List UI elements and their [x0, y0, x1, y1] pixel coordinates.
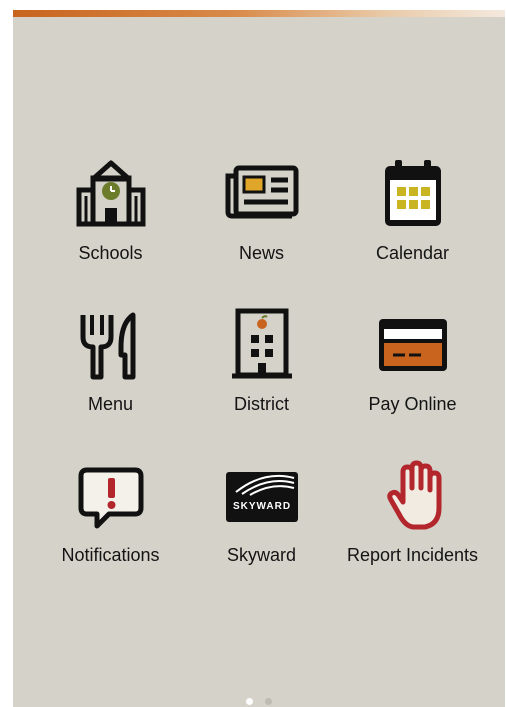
tile-schools[interactable]: Schools [35, 152, 186, 303]
school-building-icon [71, 156, 151, 232]
tile-label: Skyward [226, 545, 297, 565]
raised-hand-icon [373, 458, 453, 534]
tile-menu[interactable]: Menu [35, 303, 186, 454]
top-accent-bar [13, 10, 505, 17]
skyward-logo-icon: SKYWARD [222, 458, 302, 534]
page-indicator [13, 698, 505, 705]
tile-pay-online[interactable]: Pay Online [337, 303, 488, 454]
tile-calendar[interactable]: Calendar [337, 152, 488, 303]
tile-report-incidents[interactable]: Report Incidents [337, 454, 488, 605]
tile-label: Pay Online [368, 394, 457, 414]
tile-label: Schools [78, 243, 143, 263]
calendar-icon [373, 156, 453, 232]
credit-card-icon [373, 307, 453, 383]
app-screen: Schools News Calendar Menu District Pay … [13, 10, 505, 707]
tile-district[interactable]: District [186, 303, 337, 454]
tile-label: Notifications [61, 545, 160, 565]
fork-knife-icon [71, 307, 151, 383]
tile-label: Menu [87, 394, 134, 414]
page-dot-1[interactable] [246, 698, 253, 705]
newspaper-icon [222, 156, 302, 232]
district-building-icon [222, 307, 302, 383]
tile-news[interactable]: News [186, 152, 337, 303]
tile-label: News [238, 243, 284, 263]
tile-label: Calendar [375, 243, 450, 263]
tile-label: District [234, 394, 289, 414]
launcher-grid: Schools News Calendar Menu District Pay … [35, 152, 487, 605]
alert-speech-bubble-icon [71, 458, 151, 534]
tile-skyward[interactable]: SKYWARD Skyward [186, 454, 337, 605]
page-dot-2[interactable] [265, 698, 272, 705]
tile-label: Report Incidents [346, 545, 479, 565]
tile-notifications[interactable]: Notifications [35, 454, 186, 605]
skyward-logo-text: SKYWARD [232, 501, 290, 512]
